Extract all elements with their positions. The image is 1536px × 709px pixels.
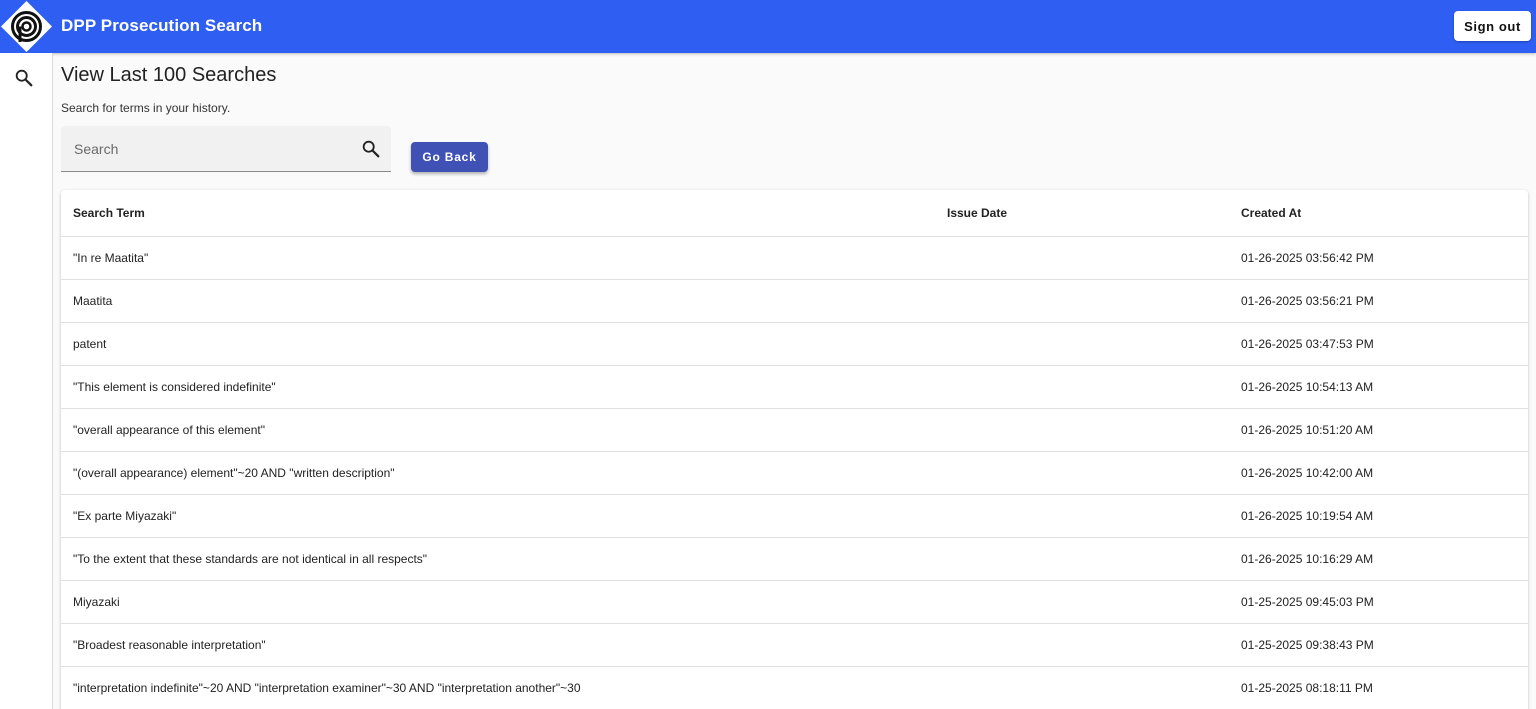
created-at-cell: 01-25-2025 09:45:03 PM [1229,580,1528,623]
search-term-cell: "In re Maatita" [61,236,935,279]
created-at-cell: 01-25-2025 09:38:43 PM [1229,623,1528,666]
issue-date-cell [935,494,1229,537]
created-at-cell: 01-26-2025 10:42:00 AM [1229,451,1528,494]
issue-date-cell [935,451,1229,494]
go-back-button[interactable]: Go Back [411,142,488,172]
sign-out-button[interactable]: Sign out [1454,11,1531,41]
issue-date-cell [935,279,1229,322]
created-at-cell: 01-26-2025 10:16:29 AM [1229,537,1528,580]
issue-date-cell [935,236,1229,279]
logo-icon [0,0,53,53]
column-header-created-at[interactable]: Created At [1229,190,1528,236]
column-header-issue-date[interactable]: Issue Date [935,190,1229,236]
table-row[interactable]: Miyazaki 01-25-2025 09:45:03 PM [61,580,1528,623]
search-term-cell: "overall appearance of this element" [61,408,935,451]
table-row[interactable]: patent 01-26-2025 03:47:53 PM [61,322,1528,365]
sidebar [0,53,53,709]
issue-date-cell [935,623,1229,666]
search-icon [13,67,35,89]
search-term-cell: "(overall appearance) element"~20 AND "w… [61,451,935,494]
search-term-cell: "Ex parte Miyazaki" [61,494,935,537]
app-bar: DPP Prosecution Search Sign out [0,0,1536,53]
created-at-cell: 01-26-2025 03:56:21 PM [1229,279,1528,322]
issue-date-cell [935,365,1229,408]
app-title: DPP Prosecution Search [61,16,262,36]
issue-date-cell [935,537,1229,580]
search-term-cell: Maatita [61,279,935,322]
created-at-cell: 01-26-2025 03:56:42 PM [1229,236,1528,279]
search-term-cell: "This element is considered indefinite" [61,365,935,408]
table-row[interactable]: "interpretation indefinite"~20 AND "inte… [61,666,1528,709]
created-at-cell: 01-26-2025 10:19:54 AM [1229,494,1528,537]
search-term-cell: "Broadest reasonable interpretation" [61,623,935,666]
history-search-field [61,126,391,172]
table-row[interactable]: "This element is considered indefinite" … [61,365,1528,408]
search-term-cell: "To the extent that these standards are … [61,537,935,580]
page-subtitle: Search for terms in your history. [61,101,230,115]
table-row[interactable]: "Ex parte Miyazaki" 01-26-2025 10:19:54 … [61,494,1528,537]
search-icon [360,138,382,160]
app-logo[interactable] [0,0,53,53]
created-at-cell: 01-26-2025 03:47:53 PM [1229,322,1528,365]
search-input[interactable] [61,126,351,171]
column-header-search-term[interactable]: Search Term [61,190,935,236]
issue-date-cell [935,666,1229,709]
search-term-cell: Miyazaki [61,580,935,623]
created-at-cell: 01-26-2025 10:54:13 AM [1229,365,1528,408]
table-row[interactable]: "Broadest reasonable interpretation" 01-… [61,623,1528,666]
created-at-cell: 01-26-2025 10:51:20 AM [1229,408,1528,451]
table-header-row: Search Term Issue Date Created At [61,190,1528,236]
issue-date-cell [935,322,1229,365]
search-term-cell: patent [61,322,935,365]
page-title: View Last 100 Searches [61,64,276,87]
search-history-table: Search Term Issue Date Created At "In re… [61,190,1528,709]
issue-date-cell [935,580,1229,623]
table-row[interactable]: "To the extent that these standards are … [61,537,1528,580]
table-row[interactable]: "(overall appearance) element"~20 AND "w… [61,451,1528,494]
created-at-cell: 01-25-2025 08:18:11 PM [1229,666,1528,709]
issue-date-cell [935,408,1229,451]
search-term-cell: "interpretation indefinite"~20 AND "inte… [61,666,935,709]
table-row[interactable]: "In re Maatita" 01-26-2025 03:56:42 PM [61,236,1528,279]
search-submit[interactable] [360,138,382,160]
table-row[interactable]: "overall appearance of this element" 01-… [61,408,1528,451]
table-row[interactable]: Maatita 01-26-2025 03:56:21 PM [61,279,1528,322]
sidebar-item-search[interactable] [13,67,35,89]
